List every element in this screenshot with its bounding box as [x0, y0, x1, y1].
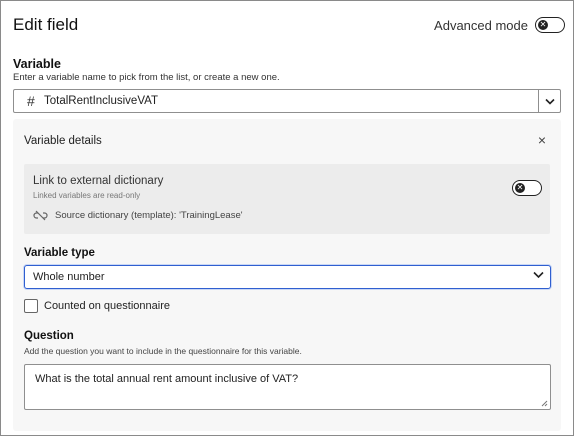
counted-row: Counted on questionnaire	[24, 299, 170, 313]
variable-label: Variable	[13, 57, 61, 71]
variable-dropdown-button[interactable]	[538, 90, 560, 112]
number-type-icon: #	[27, 93, 35, 109]
variable-details-panel: Variable details × Link to external dict…	[13, 119, 561, 431]
close-icon[interactable]: ×	[538, 132, 546, 148]
header: Edit field Advanced mode ✕	[13, 15, 565, 39]
question-help-text: Add the question you want to include in …	[24, 346, 302, 356]
link-dictionary-subtitle: Linked variables are read-only	[33, 191, 141, 200]
external-dictionary-box: Link to external dictionary Linked varia…	[24, 164, 550, 234]
resize-grip-icon[interactable]	[541, 400, 548, 407]
variable-combobox[interactable]: # TotalRentInclusiveVAT	[13, 89, 561, 113]
advanced-mode-toggle[interactable]: ✕	[535, 17, 565, 33]
question-textarea[interactable]: What is the total annual rent amount inc…	[24, 364, 551, 410]
link-dictionary-toggle[interactable]: ✕	[512, 180, 542, 196]
source-dictionary-row: Source dictionary (template): 'TrainingL…	[33, 210, 243, 221]
unlink-icon	[33, 210, 48, 221]
variable-type-select[interactable]: Whole number	[24, 265, 551, 289]
variable-details-title: Variable details	[24, 135, 102, 147]
variable-value: TotalRentInclusiveVAT	[44, 95, 158, 107]
advanced-mode-control: Advanced mode ✕	[434, 17, 565, 33]
edit-field-panel: Edit field Advanced mode ✕ Variable Ente…	[0, 0, 574, 436]
counted-label: Counted on questionnaire	[44, 300, 170, 312]
link-dictionary-title: Link to external dictionary	[33, 175, 164, 187]
source-dictionary-text: Source dictionary (template): 'TrainingL…	[55, 210, 243, 221]
counted-checkbox[interactable]	[24, 299, 38, 313]
toggle-off-icon: ✕	[538, 19, 548, 30]
variable-help-text: Enter a variable name to pick from the l…	[13, 72, 280, 83]
page-title: Edit field	[13, 15, 79, 34]
variable-type-label: Variable type	[24, 247, 95, 259]
advanced-mode-label: Advanced mode	[434, 17, 528, 33]
variable-type-value: Whole number	[33, 271, 105, 283]
question-label: Question	[24, 330, 74, 342]
question-value: What is the total annual rent amount inc…	[35, 373, 299, 385]
chevron-down-icon	[533, 271, 544, 279]
toggle-off-icon: ✕	[515, 182, 525, 193]
chevron-down-icon	[544, 98, 555, 105]
